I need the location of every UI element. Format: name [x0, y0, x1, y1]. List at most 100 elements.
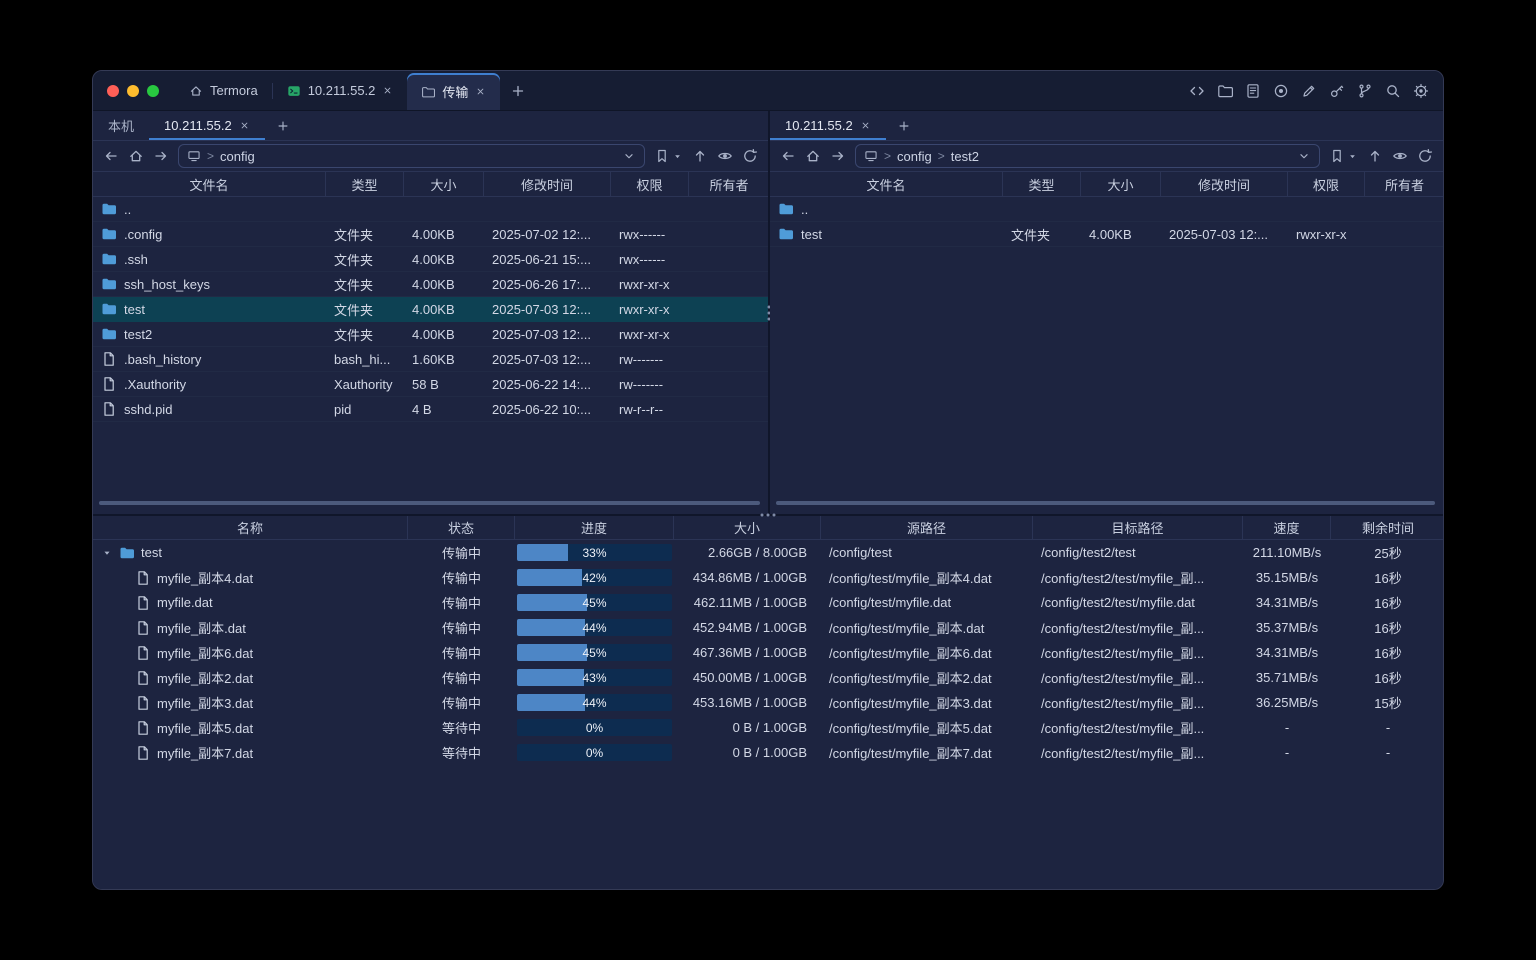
- collapse-chevron-icon[interactable]: [101, 547, 113, 559]
- column-header-progress[interactable]: 进度: [515, 516, 674, 539]
- column-header-remaining[interactable]: 剩余时间: [1331, 516, 1444, 539]
- tab-termora-home[interactable]: Termora: [175, 71, 272, 110]
- close-icon[interactable]: [860, 120, 871, 131]
- chevron-down-icon[interactable]: [622, 149, 636, 163]
- file-row[interactable]: .Xauthority Xauthority 58 B 2025-06-22 1…: [93, 372, 768, 397]
- code-icon[interactable]: [1189, 83, 1205, 99]
- record-icon[interactable]: [1273, 83, 1289, 99]
- file-row-selected[interactable]: test 文件夹 4.00KB 2025-07-03 12:... rwxr-x…: [93, 297, 768, 322]
- column-header-type[interactable]: 类型: [326, 172, 404, 196]
- zoom-window-button[interactable]: [147, 85, 159, 97]
- settings-gear-icon[interactable]: [1413, 83, 1429, 99]
- show-hidden-eye-icon[interactable]: [717, 148, 733, 164]
- refresh-icon[interactable]: [742, 148, 758, 164]
- column-header-speed[interactable]: 速度: [1243, 516, 1331, 539]
- target-path-cell: /config/test2/test/myfile_副...: [1033, 690, 1243, 715]
- column-header-name[interactable]: 文件名: [93, 172, 326, 196]
- column-header-owner[interactable]: 所有者: [1365, 172, 1444, 196]
- transfer-row[interactable]: test 传输中 33% 2.66GB / 8.00GB /config/tes…: [93, 540, 1443, 565]
- bookmark-button[interactable]: [1329, 148, 1358, 164]
- column-header-perm[interactable]: 权限: [1288, 172, 1365, 196]
- file-icon: [135, 645, 151, 661]
- transfer-row[interactable]: myfile_副本2.dat 传输中 43% 450.00MB / 1.00GB…: [93, 665, 1443, 690]
- path-segment[interactable]: test2: [951, 149, 979, 164]
- branch-icon[interactable]: [1357, 83, 1373, 99]
- progress-cell: 0%: [515, 715, 674, 740]
- horizontal-scrollbar[interactable]: [99, 501, 760, 505]
- column-header-size[interactable]: 大小: [404, 172, 484, 196]
- bookmark-button[interactable]: [654, 148, 683, 164]
- back-icon[interactable]: [103, 148, 119, 164]
- transfer-row[interactable]: myfile_副本7.dat 等待中 0% 0 B / 1.00GB /conf…: [93, 740, 1443, 765]
- file-mtime-cell: [484, 197, 611, 221]
- file-row[interactable]: test2 文件夹 4.00KB 2025-07-03 12:... rwxr-…: [93, 322, 768, 347]
- column-header-name[interactable]: 名称: [93, 516, 408, 539]
- file-row[interactable]: .bash_history bash_hi... 1.60KB 2025-07-…: [93, 347, 768, 372]
- file-type-cell: 文件夹: [326, 297, 404, 321]
- close-icon[interactable]: [239, 120, 250, 131]
- file-type-cell: Xauthority: [326, 372, 404, 396]
- column-header-owner[interactable]: 所有者: [689, 172, 769, 196]
- file-owner-cell: [689, 397, 768, 421]
- minimize-window-button[interactable]: [127, 85, 139, 97]
- transfer-row[interactable]: myfile_副本4.dat 传输中 42% 434.86MB / 1.00GB…: [93, 565, 1443, 590]
- tab-ssh-session[interactable]: 10.211.55.2: [273, 71, 408, 110]
- file-row[interactable]: ssh_host_keys 文件夹 4.00KB 2025-06-26 17:.…: [93, 272, 768, 297]
- file-row[interactable]: ..: [770, 197, 1443, 222]
- tab-remote[interactable]: 10.211.55.2: [149, 111, 265, 140]
- transfer-splitter[interactable]: [93, 514, 1443, 516]
- column-header-status[interactable]: 状态: [408, 516, 515, 539]
- column-header-source[interactable]: 源路径: [821, 516, 1033, 539]
- transfer-row[interactable]: myfile_副本3.dat 传输中 44% 453.16MB / 1.00GB…: [93, 690, 1443, 715]
- home-icon[interactable]: [805, 148, 821, 164]
- show-hidden-eye-icon[interactable]: [1392, 148, 1408, 164]
- file-row[interactable]: sshd.pid pid 4 B 2025-06-22 10:... rw-r-…: [93, 397, 768, 422]
- edit-icon[interactable]: [1301, 83, 1317, 99]
- folder-icon[interactable]: [1217, 83, 1233, 99]
- tab-transfer[interactable]: 传输: [407, 73, 500, 110]
- parent-directory-icon[interactable]: [692, 148, 708, 164]
- column-header-target[interactable]: 目标路径: [1033, 516, 1243, 539]
- column-header-perm[interactable]: 权限: [611, 172, 689, 196]
- path-segment[interactable]: config: [220, 149, 255, 164]
- path-bar[interactable]: > config: [178, 144, 645, 168]
- file-row[interactable]: .config 文件夹 4.00KB 2025-07-02 12:... rwx…: [93, 222, 768, 247]
- transfer-row[interactable]: myfile_副本6.dat 传输中 45% 467.36MB / 1.00GB…: [93, 640, 1443, 665]
- back-icon[interactable]: [780, 148, 796, 164]
- column-header-type[interactable]: 类型: [1003, 172, 1081, 196]
- new-tab-button[interactable]: [886, 111, 922, 140]
- forward-icon[interactable]: [830, 148, 846, 164]
- tab-local[interactable]: 本机: [93, 111, 149, 140]
- transfer-row[interactable]: myfile_副本.dat 传输中 44% 452.94MB / 1.00GB …: [93, 615, 1443, 640]
- column-header-size[interactable]: 大小: [674, 516, 821, 539]
- transfer-row[interactable]: myfile.dat 传输中 45% 462.11MB / 1.00GB /co…: [93, 590, 1443, 615]
- file-row[interactable]: test 文件夹 4.00KB 2025-07-03 12:... rwxr-x…: [770, 222, 1443, 247]
- new-tab-button[interactable]: [265, 111, 301, 140]
- close-window-button[interactable]: [107, 85, 119, 97]
- parent-directory-icon[interactable]: [1367, 148, 1383, 164]
- home-icon[interactable]: [128, 148, 144, 164]
- close-icon[interactable]: [382, 85, 393, 96]
- key-icon[interactable]: [1329, 83, 1345, 99]
- path-segment[interactable]: config: [897, 149, 932, 164]
- tab-remote[interactable]: 10.211.55.2: [770, 111, 886, 140]
- file-row[interactable]: .ssh 文件夹 4.00KB 2025-06-21 15:... rwx---…: [93, 247, 768, 272]
- column-header-name[interactable]: 文件名: [770, 172, 1003, 196]
- forward-icon[interactable]: [153, 148, 169, 164]
- file-row[interactable]: ..: [93, 197, 768, 222]
- horizontal-scrollbar[interactable]: [776, 501, 1435, 505]
- column-header-size[interactable]: 大小: [1081, 172, 1161, 196]
- new-session-tab-button[interactable]: [500, 71, 536, 110]
- file-size-cell: [1081, 197, 1161, 221]
- refresh-icon[interactable]: [1417, 148, 1433, 164]
- transfer-row[interactable]: myfile_副本5.dat 等待中 0% 0 B / 1.00GB /conf…: [93, 715, 1443, 740]
- file-name-cell: .ssh: [93, 247, 326, 271]
- file-size-cell: 58 B: [404, 372, 484, 396]
- search-icon[interactable]: [1385, 83, 1401, 99]
- close-icon[interactable]: [475, 86, 486, 97]
- log-icon[interactable]: [1245, 83, 1261, 99]
- chevron-down-icon[interactable]: [1297, 149, 1311, 163]
- column-header-mtime[interactable]: 修改时间: [1161, 172, 1288, 196]
- column-header-mtime[interactable]: 修改时间: [484, 172, 611, 196]
- path-bar[interactable]: > config > test2: [855, 144, 1320, 168]
